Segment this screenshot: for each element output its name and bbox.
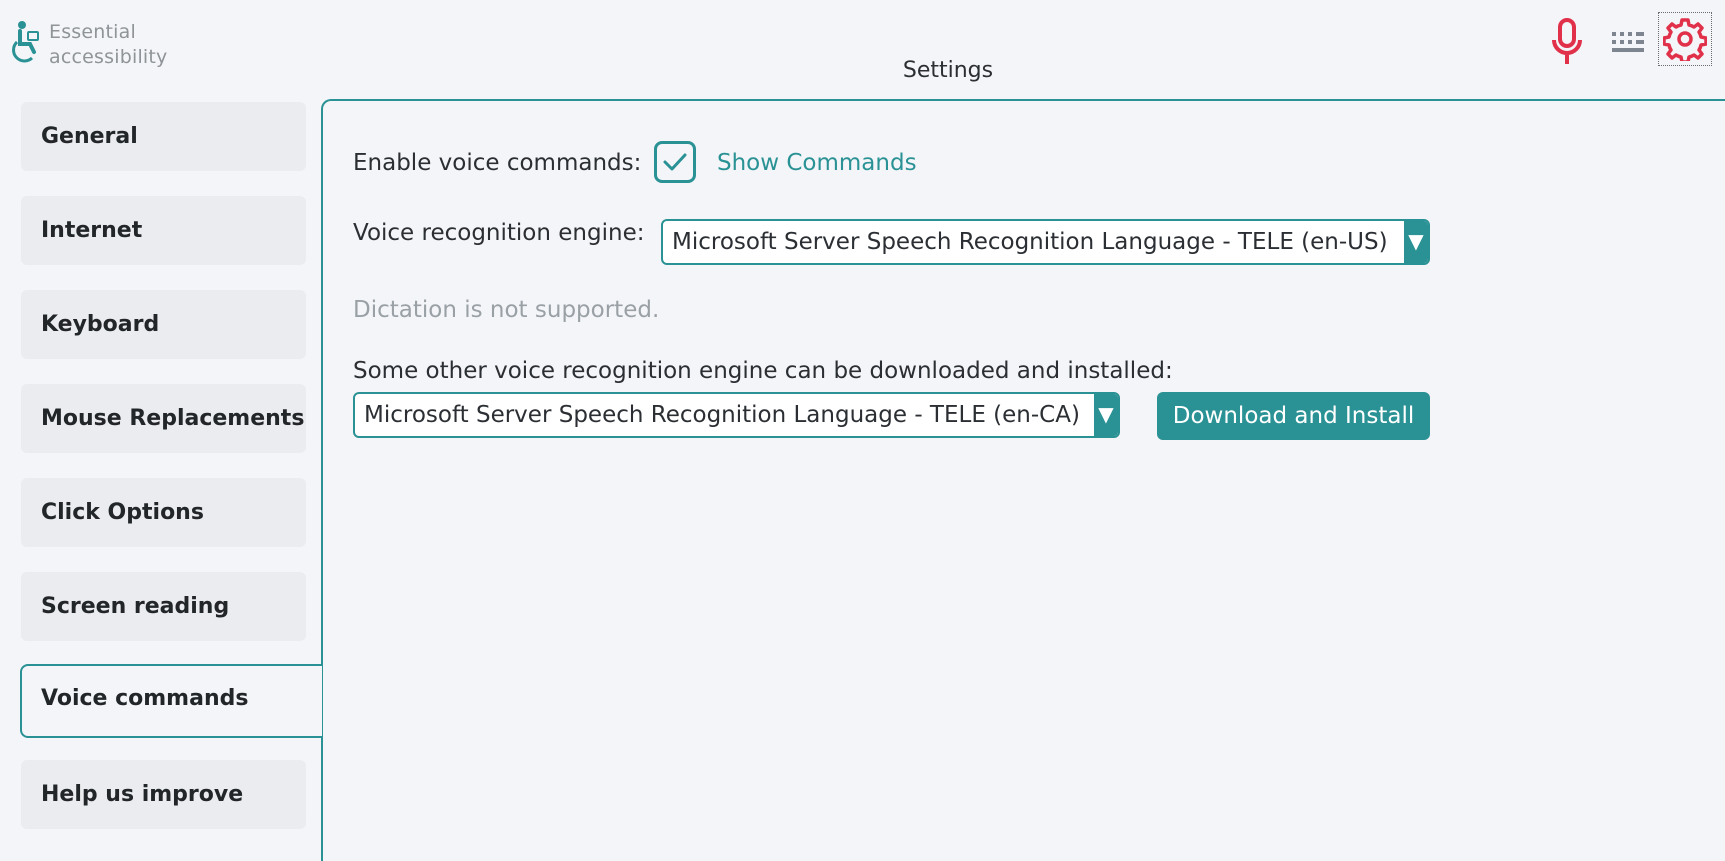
- download-and-install-button[interactable]: Download and Install: [1157, 392, 1430, 440]
- sidebar-item-click-options[interactable]: Click Options: [21, 478, 306, 547]
- dropdown-arrow-icon: ▼: [1094, 394, 1118, 436]
- keyboard-button[interactable]: [1600, 14, 1656, 70]
- sidebar-item-voice-commands[interactable]: Voice commands: [20, 664, 322, 738]
- sidebar-item-internet[interactable]: Internet: [21, 196, 306, 265]
- other-engine-select[interactable]: Microsoft Server Speech Recognition Lang…: [353, 392, 1120, 438]
- sidebar-item-screen-reading[interactable]: Screen reading: [21, 572, 306, 641]
- sidebar-item-mouse-replacements[interactable]: Mouse Replacements: [21, 384, 306, 453]
- other-engine-label: Some other voice recognition engine can …: [353, 358, 1173, 384]
- logo-line-1: Essential: [49, 21, 136, 43]
- other-engine-value: Microsoft Server Speech Recognition Lang…: [364, 402, 1080, 428]
- dropdown-arrow-icon: ▼: [1404, 221, 1428, 263]
- sidebar-item-keyboard[interactable]: Keyboard: [21, 290, 306, 359]
- settings-button[interactable]: [1658, 12, 1712, 66]
- voice-recognition-engine-value: Microsoft Server Speech Recognition Lang…: [672, 229, 1388, 255]
- microphone-icon: [1552, 18, 1582, 64]
- enable-voice-commands-checkbox[interactable]: [654, 141, 696, 183]
- microphone-button[interactable]: [1539, 14, 1595, 70]
- voice-recognition-engine-select[interactable]: Microsoft Server Speech Recognition Lang…: [661, 219, 1430, 265]
- voice-recognition-engine-label: Voice recognition engine:: [353, 220, 645, 246]
- enable-voice-commands-label: Enable voice commands:: [353, 150, 642, 176]
- sidebar-item-help-us-improve[interactable]: Help us improve: [21, 760, 306, 829]
- voice-commands-panel: [321, 99, 1725, 861]
- checkmark-icon: [663, 153, 687, 171]
- show-commands-link[interactable]: Show Commands: [717, 150, 917, 176]
- gear-icon: [1663, 18, 1707, 61]
- sidebar-item-general[interactable]: General: [21, 102, 306, 171]
- page-title: Settings: [902, 58, 994, 83]
- keyboard-icon: [1612, 32, 1644, 52]
- dictation-note: Dictation is not supported.: [353, 297, 660, 323]
